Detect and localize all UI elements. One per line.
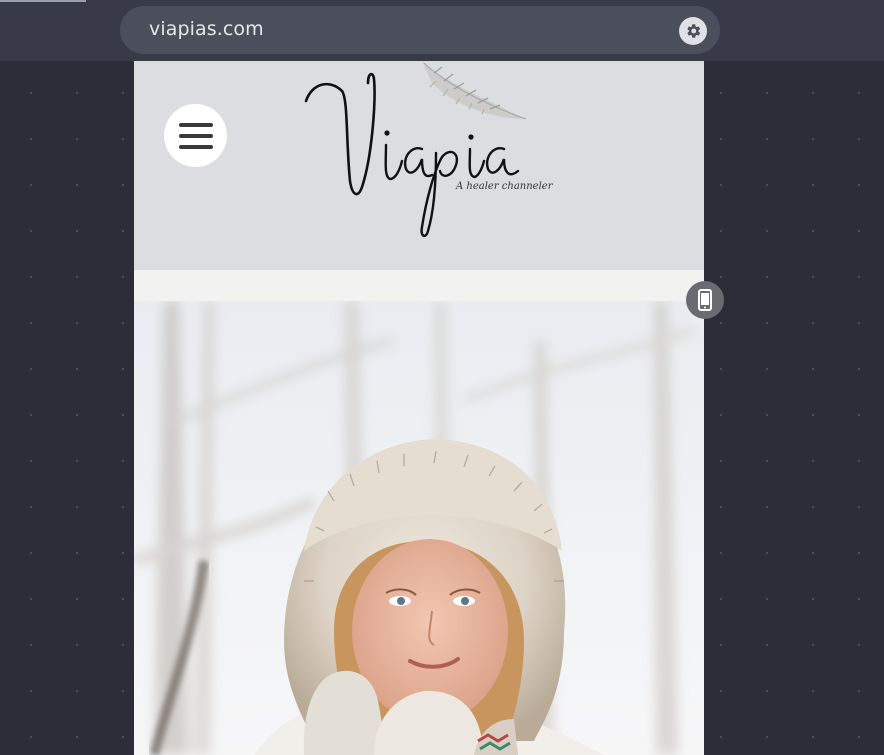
- mobile-phone-icon: [698, 289, 712, 311]
- site-viewport: A healer channeler: [134, 61, 704, 755]
- gear-icon[interactable]: [679, 17, 707, 45]
- logo-tagline: A healer channeler: [456, 181, 553, 192]
- browser-preview-stage: viapias.com A healer channeler: [0, 0, 884, 755]
- progress-line: [0, 0, 86, 2]
- site-header: A healer channeler: [134, 61, 704, 270]
- header-spacer: [134, 270, 704, 301]
- device-toggle-button[interactable]: [686, 281, 724, 319]
- site-logo[interactable]: A healer channeler: [294, 61, 554, 261]
- hero-image: [134, 301, 704, 755]
- portrait-photo: [134, 301, 704, 755]
- hamburger-icon: [178, 122, 213, 149]
- browser-toolbar: viapias.com: [0, 0, 884, 61]
- menu-button[interactable]: [164, 104, 227, 167]
- address-bar[interactable]: viapias.com: [120, 6, 720, 54]
- url-text[interactable]: viapias.com: [149, 18, 264, 40]
- feather-icon: [304, 61, 527, 238]
